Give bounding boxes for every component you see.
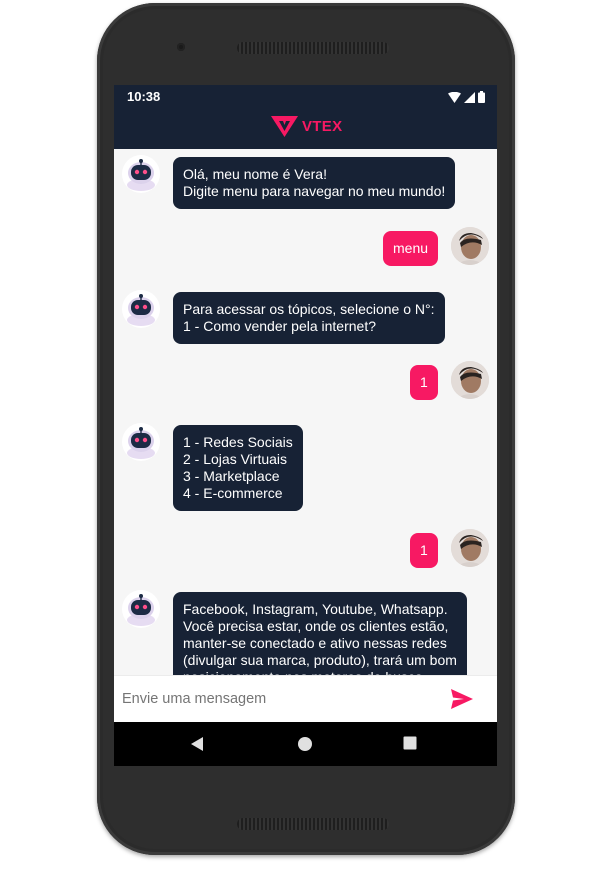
bot-avatar [122, 290, 160, 328]
bot-avatar [122, 423, 160, 461]
cellular-signal-icon [464, 91, 475, 103]
battery-icon [478, 91, 485, 103]
user-message-bubble: 1 [410, 365, 438, 400]
send-icon[interactable] [450, 688, 474, 710]
bot-message-bubble: Facebook, Instagram, Youtube, Whatsapp. … [173, 592, 467, 675]
user-photo-icon [451, 227, 489, 265]
bot-message-bubble: Para acessar os tópicos, selecione o N°:… [173, 292, 445, 344]
user-message-bubble: 1 [410, 533, 438, 568]
message-input[interactable] [114, 676, 434, 722]
phone-screen: 10:38 VTEX Olá, meu nome é Vera! Digite … [114, 85, 497, 766]
vtex-logo-mark-icon [271, 115, 298, 137]
status-icons [448, 91, 485, 103]
bot-message-bubble: Olá, meu nome é Vera! Digite menu para n… [173, 157, 456, 209]
vtex-logo: VTEX [270, 113, 342, 139]
robot-icon [127, 427, 155, 459]
user-photo-icon [451, 361, 489, 399]
user-avatar [451, 361, 489, 399]
bot-avatar [122, 155, 160, 193]
bot-message-bubble: 1 - Redes Sociais 2 - Lojas Virtuais 3 -… [173, 425, 303, 511]
recents-square-icon[interactable] [403, 736, 417, 750]
message-composer [114, 675, 497, 722]
user-avatar [451, 227, 489, 265]
robot-icon [127, 594, 155, 626]
bot-avatar [122, 590, 160, 628]
chat-messages[interactable]: Olá, meu nome é Vera! Digite menu para n… [114, 149, 497, 675]
status-bar: 10:38 [114, 85, 497, 109]
robot-icon [127, 159, 155, 191]
user-avatar [451, 529, 489, 567]
user-message-bubble: menu [383, 231, 439, 266]
user-photo-icon [451, 529, 489, 567]
bottom-speaker [237, 818, 389, 830]
back-triangle-icon[interactable] [190, 736, 204, 752]
android-nav-bar [114, 722, 497, 766]
app-bar: VTEX [114, 109, 497, 149]
home-circle-icon[interactable] [297, 736, 313, 752]
status-time: 10:38 [127, 89, 161, 104]
wifi-icon [448, 91, 461, 103]
earpiece-speaker [237, 42, 389, 54]
front-camera [177, 43, 185, 51]
robot-icon [127, 294, 155, 326]
brand-name: VTEX [302, 117, 343, 135]
